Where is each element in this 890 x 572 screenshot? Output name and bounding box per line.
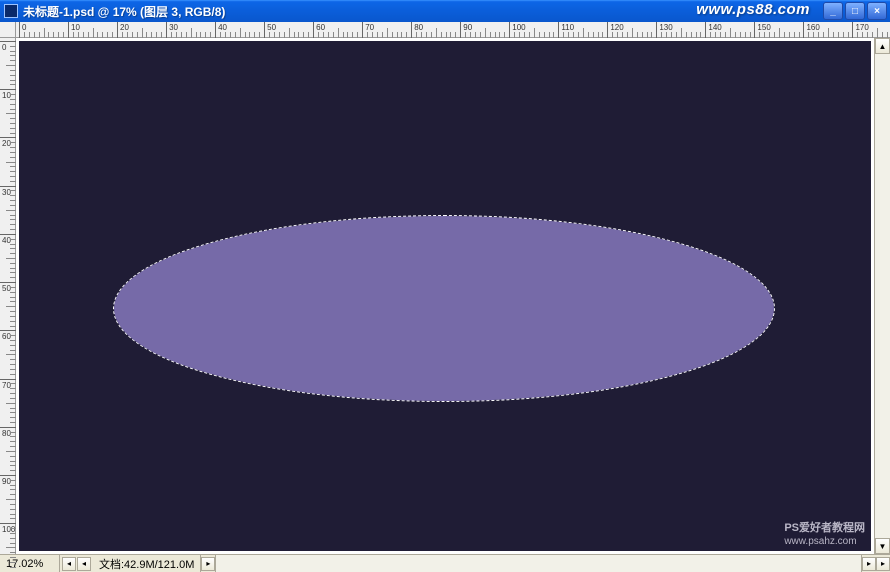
ruler-h-tick: 170 — [852, 22, 853, 38]
ruler-v-tick: 60 — [0, 330, 16, 331]
ruler-h-tick: 160 — [803, 22, 804, 38]
ruler-v-tick: 40 — [0, 234, 16, 235]
document-info: 文档:42.9M/121.0M — [93, 555, 201, 572]
ruler-v-tick: 10 — [0, 89, 16, 90]
close-button[interactable]: × — [867, 2, 887, 20]
ruler-h-tick: 110 — [558, 22, 559, 38]
ruler-vertical[interactable]: 0 10 20 30 40 50 60 70 80 90 100 — [0, 38, 16, 554]
ellipse-selection[interactable] — [114, 216, 774, 401]
scrollbar-vertical[interactable]: ▲ ▼ — [874, 38, 890, 554]
workspace: 0 10 20 30 40 50 60 70 80 90 100 PS爱好者教程网 www.psah… — [0, 38, 890, 554]
ruler-h-tick: 100 — [509, 22, 510, 38]
ruler-v-tick: 20 — [0, 137, 16, 138]
watermark-line2: www.psahz.com — [784, 536, 856, 547]
scroll-track-vertical[interactable] — [875, 54, 890, 538]
canvas-watermark: PS爱好者教程网 www.psahz.com — [784, 519, 865, 547]
ruler-h-tick: 140 — [705, 22, 706, 38]
scroll-next-button[interactable]: ▸ — [862, 557, 876, 571]
ruler-h-tick: 90 — [460, 22, 461, 38]
ruler-v-tick: 30 — [0, 186, 16, 187]
ruler-v-tick: 100 — [0, 523, 16, 524]
scroll-down-button[interactable]: ▼ — [875, 538, 890, 554]
scroll-up-button[interactable]: ▲ — [875, 38, 890, 54]
canvas[interactable]: PS爱好者教程网 www.psahz.com — [19, 41, 871, 551]
ruler-h-tick: 0 — [19, 22, 20, 38]
ruler-v-tick: 80 — [0, 427, 16, 428]
watermark-url: www.ps88.com — [696, 1, 810, 18]
scroll-track-horizontal[interactable] — [215, 555, 862, 572]
ruler-v-tick: 90 — [0, 475, 16, 476]
ruler-h-tick: 50 — [264, 22, 265, 38]
ruler-h-tick: 120 — [607, 22, 608, 38]
scroll-prev-button[interactable]: ◂ — [77, 557, 91, 571]
watermark-line1: PS爱好者教程网 — [784, 522, 865, 534]
ruler-horizontal[interactable]: 0 10 20 30 40 50 60 70 80 90 100 110 120 130 140 150 160… — [16, 22, 890, 38]
minimize-button[interactable]: _ — [823, 2, 843, 20]
ruler-h-tick: 130 — [656, 22, 657, 38]
ruler-h-tick: 20 — [117, 22, 118, 38]
window-buttons: _ □ × — [823, 2, 887, 20]
scroll-last-button[interactable]: ▸ — [876, 557, 890, 571]
ruler-v-tick: 0 — [0, 41, 16, 42]
statusbar: 17.02% ◂ ◂ 文档:42.9M/121.0M ▸ ▸ ▸ — [0, 554, 890, 572]
ruler-h-tick: 30 — [166, 22, 167, 38]
maximize-button[interactable]: □ — [845, 2, 865, 20]
ruler-h-tick: 80 — [411, 22, 412, 38]
ruler-h-tick: 150 — [754, 22, 755, 38]
document-title: 未标题-1.psd @ 17% (图层 3, RGB/8) — [23, 3, 225, 20]
scroll-nav-buttons: ◂ ◂ — [60, 557, 93, 571]
ruler-h-tick: 10 — [68, 22, 69, 38]
ruler-v-tick: 70 — [0, 379, 16, 380]
scroll-first-button[interactable]: ◂ — [62, 557, 76, 571]
ruler-v-tick: 50 — [0, 282, 16, 283]
ruler-h-tick: 60 — [313, 22, 314, 38]
zoom-level[interactable]: 17.02% — [0, 555, 60, 572]
ruler-corner — [0, 22, 16, 38]
doc-info-menu[interactable]: ▸ — [201, 557, 215, 571]
app-icon — [4, 4, 18, 18]
ruler-h-tick: 70 — [362, 22, 363, 38]
titlebar: 未标题-1.psd @ 17% (图层 3, RGB/8) www.ps88.c… — [0, 0, 890, 22]
ruler-h-tick: 40 — [215, 22, 216, 38]
canvas-container: PS爱好者教程网 www.psahz.com — [16, 38, 874, 554]
